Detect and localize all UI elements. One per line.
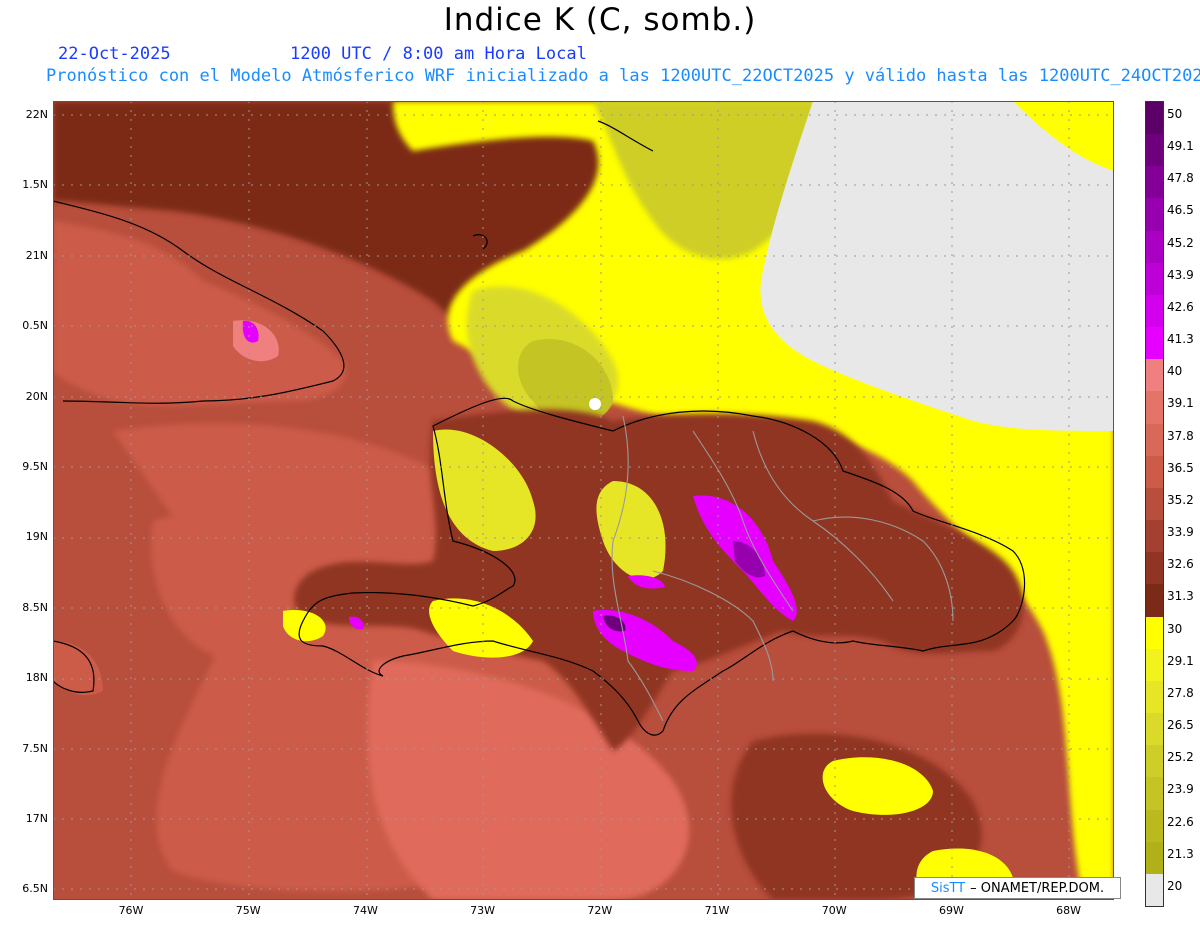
colorbar-segment — [1146, 616, 1163, 650]
colorbar-segment — [1146, 262, 1163, 296]
colorbar-label: 32.6 — [1167, 557, 1194, 572]
colorbar-segment — [1146, 520, 1163, 553]
colorbar-segment — [1146, 294, 1163, 328]
colorbar-segment — [1146, 198, 1163, 232]
colorbar-label: 31.3 — [1167, 589, 1194, 604]
colorbar-segment — [1146, 230, 1163, 264]
latitude-label: 19N — [25, 530, 48, 544]
longitude-label: 76W — [118, 904, 144, 917]
colorbar-segment — [1146, 455, 1163, 489]
latitude-label: 8.5N — [22, 600, 48, 614]
latitude-label: 17N — [25, 812, 48, 825]
colorbar-label: 43.9 — [1167, 267, 1194, 282]
latitude-label: 21N — [25, 248, 48, 262]
longitude-label: 72W — [587, 904, 613, 917]
colorbar-segment — [1146, 777, 1163, 811]
colorbar-label: 27.8 — [1167, 685, 1194, 700]
latitude-label: 20N — [25, 389, 48, 403]
forecast-date: 22-Oct-2025 — [58, 44, 171, 64]
colorbar-segment — [1146, 102, 1163, 135]
k-index-white-spot — [589, 398, 601, 410]
longitude-label: 75W — [235, 904, 261, 917]
latitude-label: 22N — [25, 108, 48, 121]
colorbar-label: 49.1 — [1167, 139, 1194, 154]
model-description: Pronóstico con el Modelo Atmósferico WRF… — [46, 66, 1200, 86]
colorbar-label: 47.8 — [1167, 171, 1194, 186]
colorbar-segment — [1146, 359, 1163, 392]
colorbar-label: 22.6 — [1167, 814, 1194, 829]
map-title: Indice K (C, somb.) — [443, 2, 757, 38]
colorbar-segment — [1146, 423, 1163, 457]
colorbar-label: 40 — [1167, 364, 1183, 379]
colorbar-segment — [1146, 327, 1163, 360]
colorbar-segment — [1146, 873, 1163, 907]
colorbar-label: 30 — [1167, 621, 1183, 636]
longitude-label: 70W — [821, 904, 847, 917]
colorbar-segment — [1146, 391, 1163, 425]
latitude-label: 1.5N — [22, 178, 48, 192]
latitude-label: 9.5N — [22, 460, 48, 473]
colorbar-segment — [1146, 809, 1163, 843]
colorbar-segment — [1146, 680, 1163, 714]
colorbar-label: 33.9 — [1167, 525, 1194, 540]
latitude-label: 7.5N — [22, 741, 48, 755]
utc-time-line: 1200 UTC / 8:00 am Hora Local — [290, 44, 587, 64]
colorbar-segment — [1146, 745, 1163, 778]
colorbar-segment — [1146, 584, 1163, 618]
colorbar-label: 20 — [1167, 878, 1183, 893]
colorbar-label: 46.5 — [1167, 203, 1194, 218]
latitude-label: 0.5N — [22, 319, 48, 333]
credit-text: – ONAMET/REP.DOM. — [970, 880, 1105, 896]
longitude-label: 68W — [1056, 904, 1082, 917]
colorbar-segment — [1146, 713, 1163, 746]
colorbar-segment — [1146, 648, 1163, 682]
credit-box: SisTT – ONAMET/REP.DOM. — [914, 877, 1121, 899]
colorbar-label: 50 — [1167, 107, 1183, 121]
colorbar — [1145, 101, 1164, 907]
k-index-map — [53, 101, 1114, 900]
latitude-label: 6.5N — [22, 882, 48, 896]
colorbar-label: 26.5 — [1167, 718, 1194, 733]
colorbar-segment — [1146, 841, 1163, 875]
colorbar-label: 25.2 — [1167, 750, 1194, 765]
colorbar-label: 41.3 — [1167, 332, 1194, 347]
latitude-label: 18N — [25, 671, 48, 685]
sistt-logo: SisTT — [930, 880, 966, 896]
longitude-label: 74W — [352, 904, 378, 917]
longitude-label: 71W — [704, 904, 730, 917]
colorbar-segment — [1146, 487, 1163, 521]
colorbar-segment — [1146, 166, 1163, 199]
colorbar-label: 45.2 — [1167, 235, 1194, 250]
colorbar-label: 36.5 — [1167, 460, 1194, 475]
map-canvas — [53, 101, 1114, 900]
colorbar-label: 39.1 — [1167, 396, 1194, 411]
longitude-label: 69W — [938, 904, 964, 917]
colorbar-label: 42.6 — [1167, 299, 1194, 314]
colorbar-segment — [1146, 552, 1163, 585]
colorbar-segment — [1146, 134, 1163, 167]
longitude-label: 73W — [470, 904, 496, 917]
colorbar-label: 23.9 — [1167, 782, 1194, 797]
colorbar-label: 37.8 — [1167, 428, 1194, 443]
colorbar-label: 35.2 — [1167, 492, 1194, 507]
colorbar-label: 29.1 — [1167, 653, 1194, 668]
colorbar-label: 21.3 — [1167, 846, 1194, 861]
